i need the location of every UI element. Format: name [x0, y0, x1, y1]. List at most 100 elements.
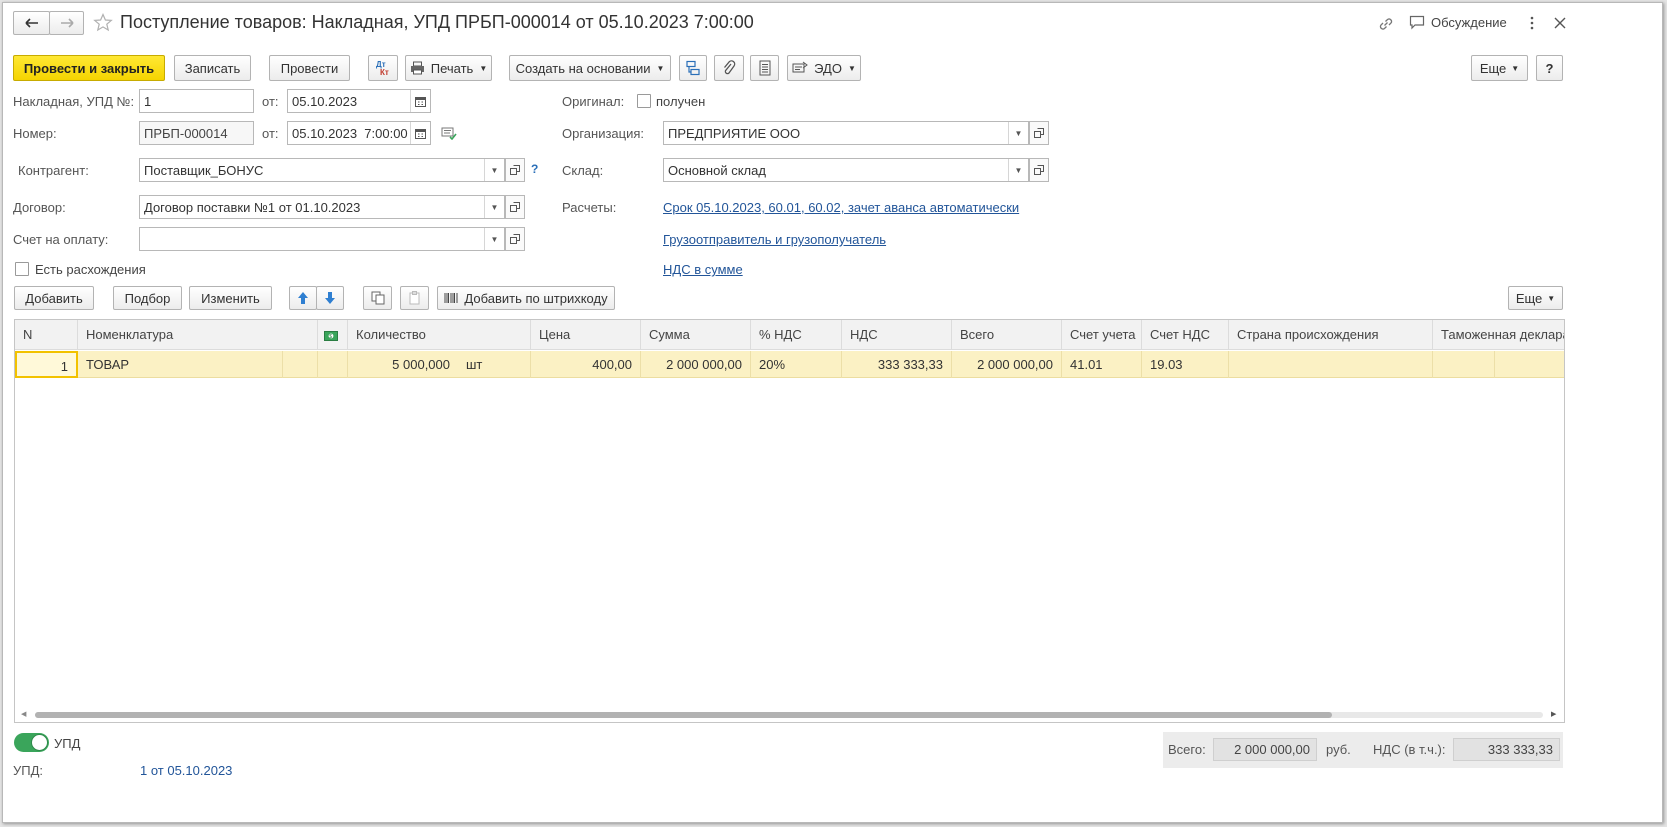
- number-field[interactable]: ПРБП-000014: [139, 121, 254, 145]
- col-header-account[interactable]: Счет учета: [1062, 320, 1142, 350]
- post-button[interactable]: Провести: [269, 55, 350, 81]
- cell-vat-account[interactable]: 19.03: [1142, 351, 1229, 378]
- col-header-price[interactable]: Цена: [531, 320, 641, 350]
- open-organization-button[interactable]: [1029, 121, 1049, 145]
- paste-button[interactable]: [400, 286, 429, 310]
- open-payment-invoice-button[interactable]: [505, 227, 525, 251]
- close-icon[interactable]: [1553, 15, 1567, 31]
- question-icon[interactable]: ?: [531, 162, 538, 176]
- help-button[interactable]: ?: [1536, 55, 1563, 81]
- hierarchy-icon: [686, 60, 700, 76]
- col-header-icon[interactable]: $: [318, 320, 348, 350]
- report-button[interactable]: [750, 55, 779, 81]
- horizontal-scrollbar[interactable]: [35, 712, 1543, 718]
- more-button[interactable]: Еще ▼: [1471, 55, 1528, 81]
- chevron-down-icon[interactable]: ▼: [484, 196, 504, 218]
- chevron-down-icon[interactable]: ▼: [1008, 122, 1028, 144]
- shipper-consignee-link[interactable]: Грузоотправитель и грузополучатель: [663, 232, 886, 247]
- favorite-star-icon[interactable]: [93, 12, 113, 33]
- col-header-country[interactable]: Страна происхождения: [1229, 320, 1433, 350]
- copy-button[interactable]: [363, 286, 392, 310]
- discrepancy-checkbox[interactable]: [15, 262, 29, 276]
- more-vertical-icon[interactable]: [1527, 15, 1537, 31]
- invoice-date-field[interactable]: 05.10.2023: [287, 89, 431, 113]
- counterparty-field[interactable]: Поставщик_БОНУС ▼: [139, 158, 505, 182]
- cell-customs-extra[interactable]: [1495, 351, 1564, 378]
- cell-vat-rate[interactable]: 20%: [751, 351, 842, 378]
- cell-sum[interactable]: 2 000 000,00: [641, 351, 751, 378]
- col-header-item[interactable]: Номенклатура: [78, 320, 318, 350]
- col-header-quantity[interactable]: Количество: [348, 320, 531, 350]
- chevron-down-icon: ▼: [847, 63, 856, 73]
- settlements-label: Расчеты:: [562, 200, 617, 215]
- settlements-link[interactable]: Срок 05.10.2023, 60.01, 60.02, зачет ава…: [663, 200, 1019, 215]
- number-date-value: 05.10.2023 7:00:00: [292, 125, 408, 141]
- cell-quantity[interactable]: 5 000,000: [348, 351, 458, 378]
- cell-n[interactable]: 1: [15, 351, 78, 378]
- calendar-icon[interactable]: [410, 122, 430, 144]
- structure-button[interactable]: [679, 55, 707, 81]
- col-header-vat[interactable]: НДС: [842, 320, 952, 350]
- scroll-left-icon[interactable]: ◀: [21, 710, 26, 718]
- pick-button[interactable]: Подбор: [113, 286, 182, 310]
- cell-unit[interactable]: шт: [458, 351, 531, 378]
- move-down-button[interactable]: [316, 286, 344, 310]
- calendar-icon[interactable]: [410, 90, 430, 112]
- cell-customs[interactable]: [1433, 351, 1495, 378]
- forward-button[interactable]: [49, 11, 84, 35]
- organization-field[interactable]: ПРЕДПРИЯТИЕ ООО ▼: [663, 121, 1029, 145]
- open-counterparty-button[interactable]: [505, 158, 525, 182]
- cell-country[interactable]: [1229, 351, 1433, 378]
- print-button[interactable]: Печать ▼: [405, 55, 492, 81]
- col-header-n[interactable]: N: [15, 320, 78, 350]
- vat-in-sum-link[interactable]: НДС в сумме: [663, 262, 743, 277]
- document-list-icon: [759, 60, 770, 76]
- cell-total[interactable]: 2 000 000,00: [952, 351, 1062, 378]
- edo-button[interactable]: ЭДО ▼: [787, 55, 861, 81]
- upd-toggle[interactable]: [14, 733, 49, 752]
- number-date-field[interactable]: 05.10.2023 7:00:00: [287, 121, 431, 145]
- scroll-right-icon[interactable]: ▶: [1551, 710, 1556, 718]
- cell-vat[interactable]: 333 333,33: [842, 351, 952, 378]
- change-button[interactable]: Изменить: [189, 286, 272, 310]
- discussion-button[interactable]: Обсуждение: [1409, 15, 1507, 30]
- scrollbar-thumb[interactable]: [35, 712, 1332, 718]
- chevron-down-icon[interactable]: ▼: [484, 228, 504, 250]
- dt-kt-button[interactable]: Дт Кт: [368, 55, 398, 81]
- add-row-button[interactable]: Добавить: [14, 286, 94, 310]
- create-based-on-button[interactable]: Создать на основании ▼: [509, 55, 671, 81]
- debit-credit-icon: ДтКт: [376, 60, 389, 77]
- warehouse-field[interactable]: Основной склад ▼: [663, 158, 1029, 182]
- open-warehouse-button[interactable]: [1029, 158, 1049, 182]
- move-up-button[interactable]: [289, 286, 317, 310]
- col-header-customs[interactable]: Таможенная деклара: [1433, 320, 1564, 350]
- cell-icon[interactable]: [318, 351, 348, 378]
- table-row[interactable]: 1 ТОВАР 5 000,000 шт 400,00 2 000 000,00…: [15, 351, 1564, 378]
- col-header-vat-rate[interactable]: % НДС: [751, 320, 842, 350]
- vat-total-value: 333 333,33: [1453, 738, 1560, 761]
- cell-account[interactable]: 41.01: [1062, 351, 1142, 378]
- contract-field[interactable]: Договор поставки №1 от 01.10.2023 ▼: [139, 195, 505, 219]
- add-by-barcode-button[interactable]: Добавить по штрихкоду: [437, 286, 615, 310]
- col-header-total[interactable]: Всего: [952, 320, 1062, 350]
- cell-price[interactable]: 400,00: [531, 351, 641, 378]
- cell-item[interactable]: ТОВАР: [78, 351, 283, 378]
- col-header-sum[interactable]: Сумма: [641, 320, 751, 350]
- back-button[interactable]: [13, 11, 50, 35]
- history-icon[interactable]: [441, 126, 457, 141]
- original-received-checkbox[interactable]: [637, 94, 651, 108]
- col-header-vat-account[interactable]: Счет НДС: [1142, 320, 1229, 350]
- link-icon[interactable]: [1377, 15, 1395, 33]
- chevron-down-icon[interactable]: ▼: [484, 159, 504, 181]
- save-button[interactable]: Записать: [174, 55, 251, 81]
- chevron-down-icon[interactable]: ▼: [1008, 159, 1028, 181]
- original-received-label: получен: [656, 94, 706, 109]
- attach-button[interactable]: [714, 55, 744, 81]
- table-more-button[interactable]: Еще ▼: [1508, 286, 1563, 310]
- cell-item-char[interactable]: [283, 351, 318, 378]
- open-contract-button[interactable]: [505, 195, 525, 219]
- upd-link[interactable]: 1 от 05.10.2023: [140, 763, 232, 778]
- post-and-close-button[interactable]: Провести и закрыть: [13, 55, 165, 81]
- payment-invoice-field[interactable]: ▼: [139, 227, 505, 251]
- invoice-number-field[interactable]: 1: [139, 89, 254, 113]
